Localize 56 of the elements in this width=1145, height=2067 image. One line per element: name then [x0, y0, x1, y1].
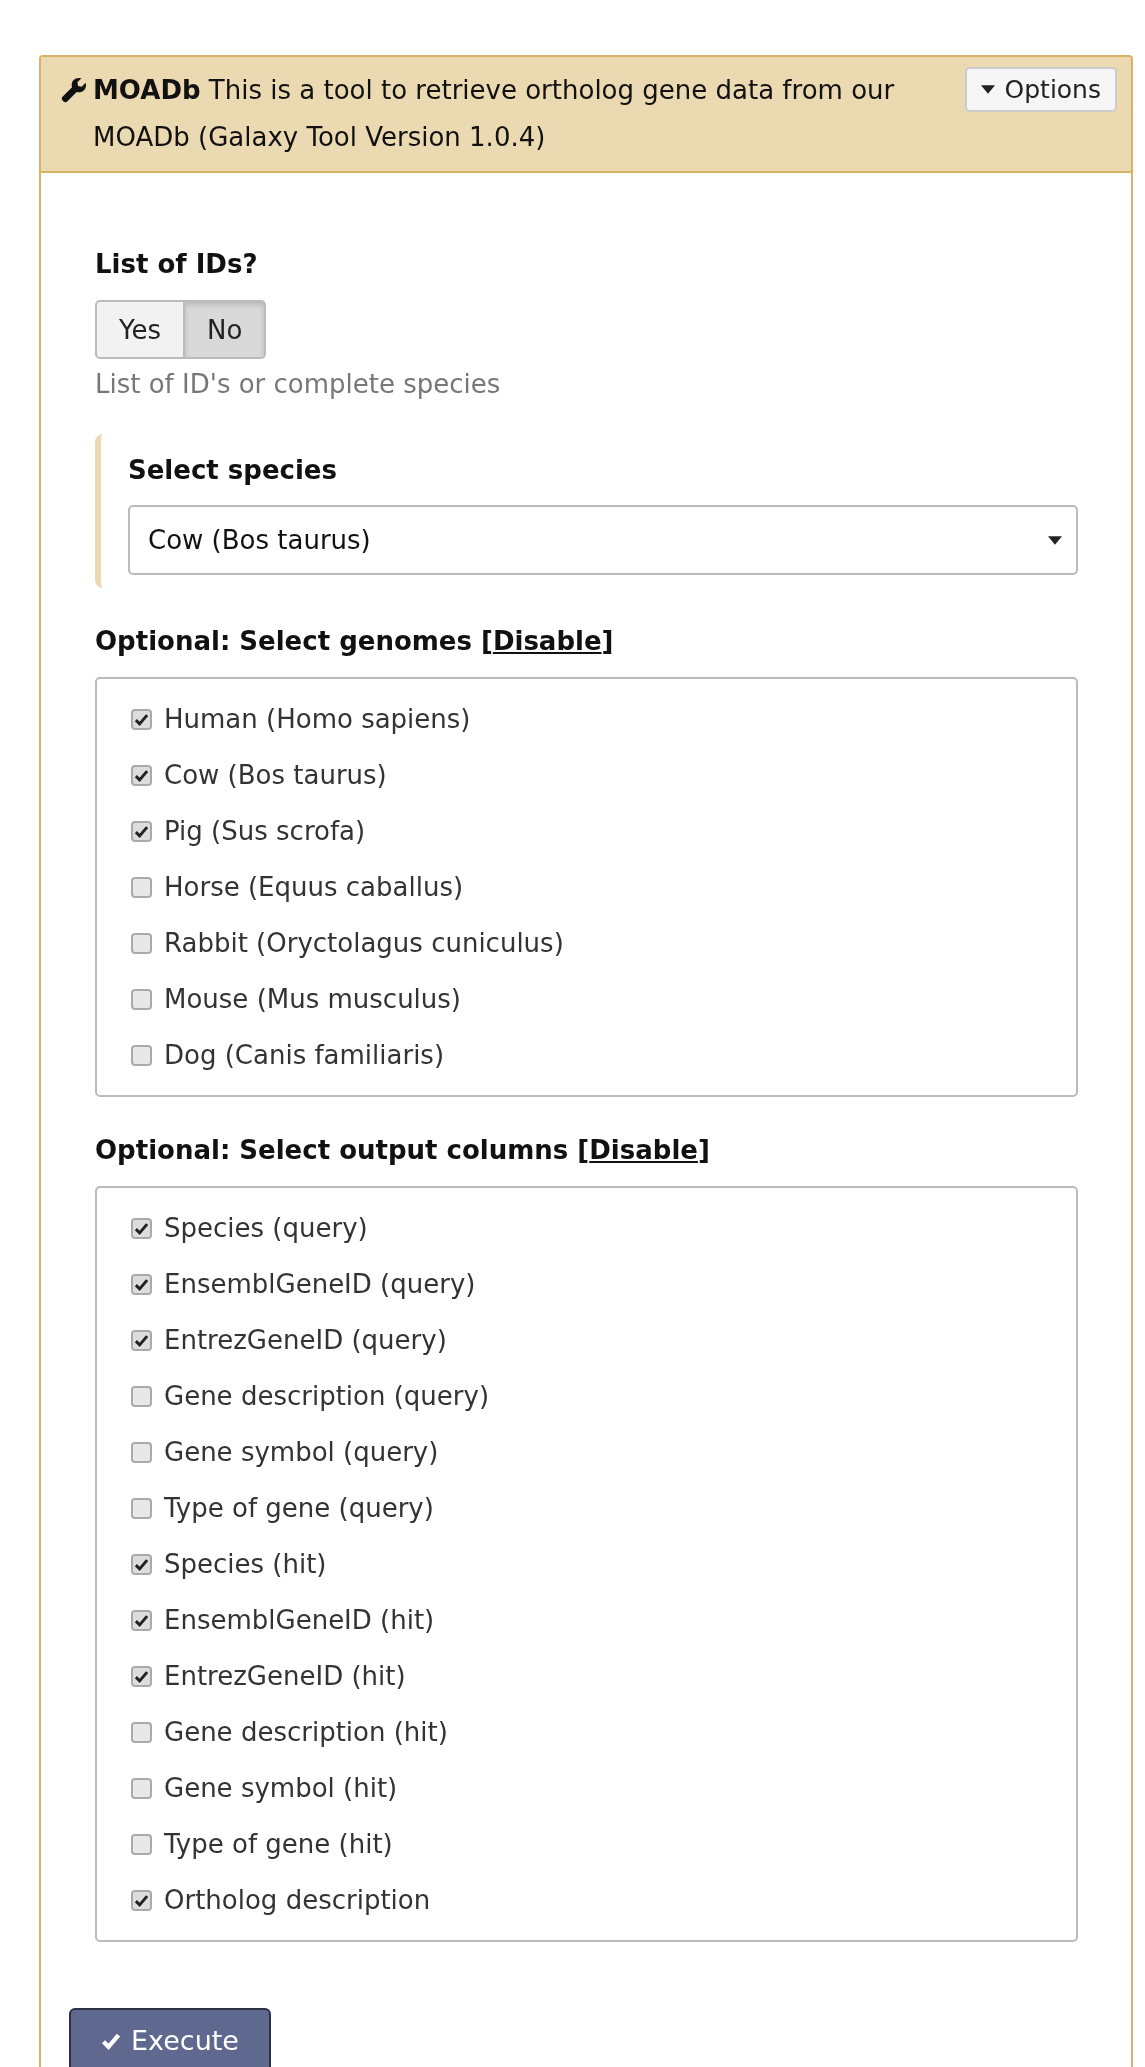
checkbox[interactable] — [131, 1273, 152, 1295]
checkbox[interactable] — [131, 1329, 152, 1351]
tool-description: MOADb This is a tool to retrieve ortholog gene data from our MOADb (Galaxy Tool Version 1.0.4) — [93, 74, 896, 154]
checkbox[interactable] — [131, 1553, 152, 1575]
checkbox[interactable] — [131, 1721, 152, 1743]
checkbox-label: Gene description (query) — [164, 1381, 490, 1411]
field-label: List of IDs? — [95, 248, 259, 281]
checkbox-label: EntrezGeneID (query) — [164, 1325, 447, 1355]
checkbox-label: Type of gene (query) — [164, 1493, 434, 1523]
checkbox[interactable] — [131, 1777, 152, 1799]
checkbox-label: Gene description (hit) — [164, 1717, 448, 1747]
toggle-option[interactable]: No — [185, 300, 267, 359]
checkbox-label: Mouse (Mus musculus) — [164, 984, 461, 1014]
field-label: Optional: Select output columns [Disable] — [95, 1134, 711, 1167]
disable-link[interactable]: Disable — [589, 1135, 698, 1165]
checkbox-label: Pig (Sus scrofa) — [164, 816, 366, 846]
execute-button[interactable]: Execute — [69, 2008, 271, 2067]
checkbox[interactable] — [131, 1385, 152, 1407]
checkbox[interactable] — [131, 1889, 152, 1911]
checkbox-label: Gene symbol (hit) — [164, 1773, 398, 1803]
checkbox[interactable] — [131, 1044, 152, 1066]
field-label: Optional: Select genomes [Disable] — [95, 625, 615, 658]
checkbox-label: Dog (Canis familiaris) — [164, 1040, 445, 1070]
checkbox-label: Horse (Equus caballus) — [164, 872, 464, 902]
species-select[interactable]: Cow (Bos taurus) — [128, 505, 1078, 575]
checkbox-label: Gene symbol (query) — [164, 1437, 439, 1467]
checkbox[interactable] — [131, 764, 152, 786]
wrench-icon — [61, 77, 87, 103]
checkbox-label: Species (query) — [164, 1213, 368, 1243]
checkbox-label: Human (Homo sapiens) — [164, 704, 471, 734]
field-label: Select species — [128, 454, 338, 487]
checkbox[interactable] — [131, 708, 152, 730]
checkbox[interactable] — [131, 1833, 152, 1855]
checkbox-label: Type of gene (hit) — [164, 1829, 393, 1859]
checkbox-label: EnsemblGeneID (hit) — [164, 1605, 435, 1635]
checkbox-label: Ortholog description — [164, 1885, 431, 1915]
checkbox[interactable] — [131, 1497, 152, 1519]
checkbox[interactable] — [131, 1665, 152, 1687]
checkbox-label: EntrezGeneID (hit) — [164, 1661, 406, 1691]
caret-icon — [1048, 535, 1062, 545]
checkbox[interactable] — [131, 932, 152, 954]
checkbox-label: Species (hit) — [164, 1549, 327, 1579]
checkbox[interactable] — [131, 988, 152, 1010]
checkbox-label: Rabbit (Oryctolagus cuniculus) — [164, 928, 564, 958]
disable-link[interactable]: Disable — [492, 626, 602, 656]
help-text: List of ID's or complete species — [95, 368, 502, 401]
toggle-option[interactable]: Yes — [95, 300, 185, 359]
checkbox[interactable] — [131, 876, 152, 898]
checkbox[interactable] — [131, 1217, 152, 1239]
checkbox-label: EnsemblGeneID (query) — [164, 1269, 476, 1299]
checkbox[interactable] — [131, 1441, 152, 1463]
caret-icon — [980, 85, 995, 94]
checkbox[interactable] — [131, 1609, 152, 1631]
checkbox[interactable] — [131, 820, 152, 842]
options-button[interactable]: Options — [964, 67, 1117, 112]
checkbox-label: Cow (Bos taurus) — [164, 760, 387, 790]
